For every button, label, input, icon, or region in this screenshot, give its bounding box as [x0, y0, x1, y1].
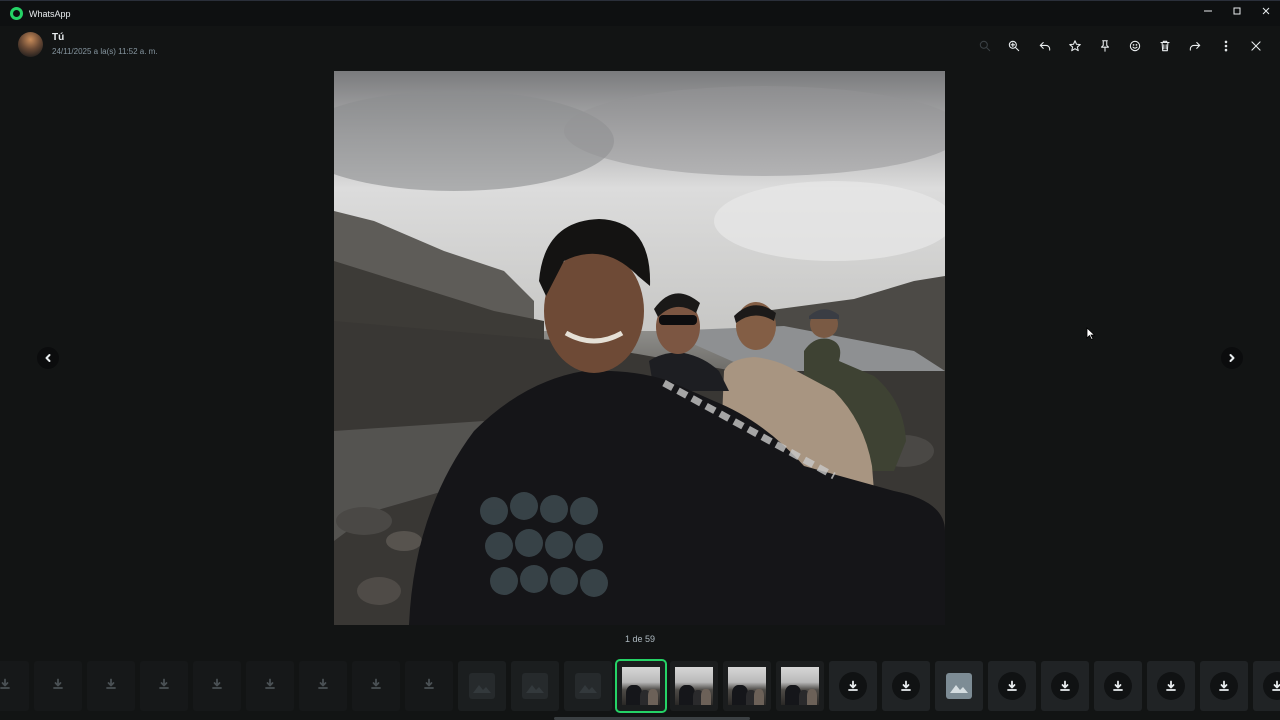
- delete-button[interactable]: [1150, 35, 1180, 57]
- download-icon: [839, 672, 867, 700]
- download-icon: [105, 677, 117, 695]
- star-button[interactable]: [1060, 35, 1090, 57]
- thumbnail-download[interactable]: [299, 661, 347, 711]
- delete-icon: [1160, 40, 1170, 52]
- message-timestamp: 24/11/2025 a la(s) 11:52 a. m.: [52, 47, 158, 56]
- reply-button[interactable]: [1030, 35, 1060, 57]
- sender-name: Tú: [52, 32, 65, 43]
- thumbnail-download[interactable]: [988, 661, 1036, 711]
- forward-icon: [1189, 41, 1201, 51]
- download-icon: [998, 672, 1026, 700]
- more-icon: [1224, 40, 1228, 52]
- download-icon: [1210, 672, 1238, 700]
- previous-media-button[interactable]: [37, 347, 59, 369]
- thumbnail-download[interactable]: [352, 661, 400, 711]
- more-options-button[interactable]: [1211, 35, 1241, 57]
- download-icon: [1157, 672, 1185, 700]
- thumbnail-image[interactable]: [935, 661, 983, 711]
- image-placeholder-icon: [946, 673, 972, 699]
- close-icon: [1262, 7, 1269, 15]
- react-button[interactable]: [1120, 35, 1150, 57]
- search-button: [970, 35, 1000, 57]
- thumbnail-download[interactable]: [882, 661, 930, 711]
- download-icon: [211, 677, 223, 695]
- mouse-cursor-icon: [1086, 327, 1096, 341]
- image-placeholder-icon: [469, 673, 495, 699]
- thumbnail-image: [675, 667, 713, 705]
- thumbnail-download[interactable]: [140, 661, 188, 711]
- search-icon: [979, 40, 991, 52]
- close-viewer-button[interactable]: [1241, 35, 1271, 57]
- download-icon: [370, 677, 382, 695]
- thumbnail-photo[interactable]: [723, 661, 771, 711]
- window-controls: [1193, 1, 1280, 21]
- next-media-button[interactable]: [1221, 347, 1243, 369]
- window-close-button[interactable]: [1251, 1, 1280, 21]
- group-selfie-image: [334, 71, 945, 625]
- thumbnail-image: [728, 667, 766, 705]
- thumbnail-image: [781, 667, 819, 705]
- download-icon: [0, 677, 11, 695]
- thumbnail-download[interactable]: [1094, 661, 1142, 711]
- image-placeholder-icon: [522, 673, 548, 699]
- download-icon: [317, 677, 329, 695]
- image-placeholder-icon: [575, 673, 601, 699]
- download-icon: [52, 677, 64, 695]
- thumbnail-strip: [0, 659, 1280, 714]
- minimize-icon: [1203, 10, 1212, 12]
- thumbnail-download[interactable]: [1147, 661, 1195, 711]
- media-viewer-header: Tú 24/11/2025 a la(s) 11:52 a. m.: [0, 27, 1280, 65]
- thumbnail-download[interactable]: [1200, 661, 1248, 711]
- reply-icon: [1039, 41, 1051, 51]
- thumbnail-download[interactable]: [246, 661, 294, 711]
- media-image[interactable]: [334, 71, 945, 625]
- zoom-in-button[interactable]: [999, 35, 1029, 57]
- zoom-in-icon: [1008, 40, 1020, 52]
- download-icon: [892, 672, 920, 700]
- thumbnail-placeholder[interactable]: [511, 661, 559, 711]
- maximize-button[interactable]: [1222, 1, 1251, 21]
- download-icon: [1051, 672, 1079, 700]
- download-icon: [158, 677, 170, 695]
- thumbnail-download[interactable]: [0, 661, 29, 711]
- whatsapp-logo-icon: [10, 7, 23, 20]
- close-icon: [1251, 41, 1261, 51]
- thumbnail-photo[interactable]: [670, 661, 718, 711]
- app-title: WhatsApp: [29, 8, 71, 19]
- thumbnail-download[interactable]: [405, 661, 453, 711]
- download-icon: [1104, 672, 1132, 700]
- maximize-icon: [1233, 7, 1240, 15]
- thumbnail-image: [622, 667, 660, 705]
- thumbnail-placeholder[interactable]: [458, 661, 506, 711]
- avatar[interactable]: [18, 32, 43, 57]
- download-icon: [264, 677, 276, 695]
- thumbnail-photo[interactable]: [776, 661, 824, 711]
- thumbnail-download[interactable]: [1253, 661, 1280, 711]
- thumbnail-placeholder[interactable]: [564, 661, 612, 711]
- thumbnail-download[interactable]: [1041, 661, 1089, 711]
- pin-button[interactable]: [1090, 35, 1120, 57]
- thumbnail-download[interactable]: [34, 661, 82, 711]
- title-bar: WhatsApp: [0, 0, 1280, 26]
- thumbnail-download[interactable]: [193, 661, 241, 711]
- download-icon: [1263, 672, 1280, 700]
- thumbnail-download[interactable]: [829, 661, 877, 711]
- media-counter: 1 de 59: [624, 634, 656, 644]
- thumbnail-download[interactable]: [87, 661, 135, 711]
- star-icon: [1069, 40, 1081, 52]
- forward-button[interactable]: [1180, 35, 1210, 57]
- emoji-icon: [1129, 40, 1141, 52]
- chevron-left-icon: [45, 354, 51, 362]
- minimize-button[interactable]: [1193, 1, 1222, 21]
- download-icon: [423, 677, 435, 695]
- pin-icon: [1100, 40, 1110, 52]
- thumbnail-photo-active[interactable]: [615, 659, 667, 713]
- chevron-right-icon: [1229, 354, 1235, 362]
